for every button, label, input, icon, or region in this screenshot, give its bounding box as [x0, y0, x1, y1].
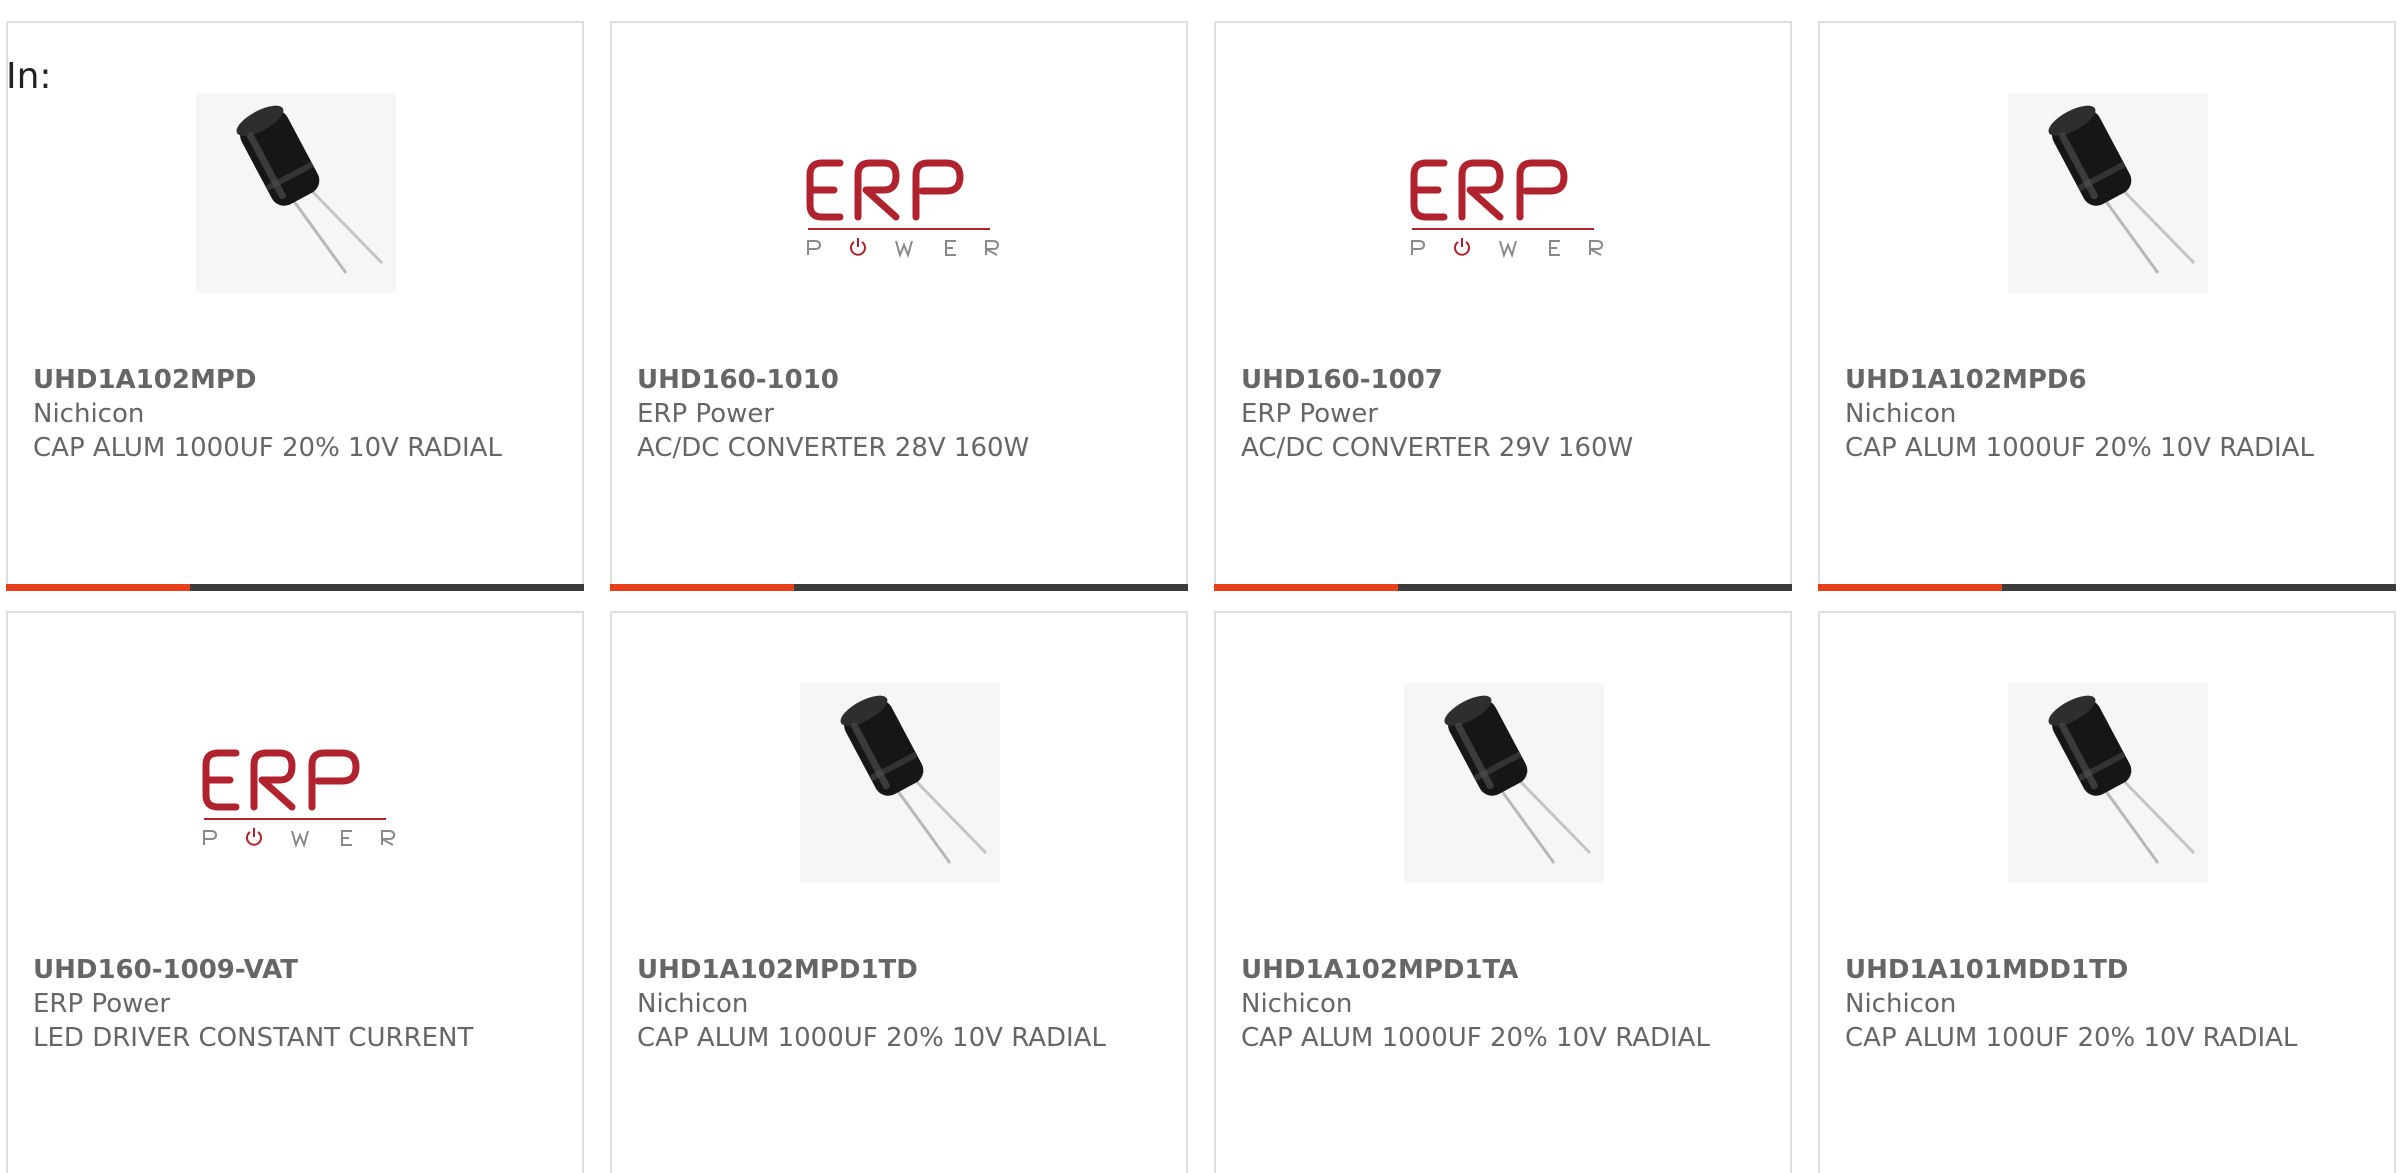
product-description: CAP ALUM 1000UF 20% 10V RADIAL: [1241, 1023, 1710, 1053]
card-bottom-bar: [6, 584, 584, 591]
manufacturer-name: Nichicon: [637, 989, 749, 1019]
product-info: UHD1A102MPD Nichicon CAP ALUM 1000UF 20%…: [33, 363, 553, 465]
part-number-link[interactable]: UHD160-1009-VAT: [33, 953, 553, 987]
manufacturer-name: ERP Power: [637, 399, 775, 429]
product-card[interactable]: UHD160-1007 ERP Power AC/DC CONVERTER 29…: [1214, 21, 1792, 591]
manufacturer-name: ERP Power: [1241, 399, 1379, 429]
card-bottom-bar: [610, 584, 1188, 591]
card-accent-bar: [610, 584, 794, 591]
filter-label: In:: [6, 56, 52, 97]
card-bottom-bar: [1818, 584, 2396, 591]
part-number-link[interactable]: UHD1A102MPD1TD: [637, 953, 1157, 987]
product-description: CAP ALUM 100UF 20% 10V RADIAL: [1845, 1023, 2298, 1053]
manufacturer-name: Nichicon: [1845, 399, 1957, 429]
product-image[interactable]: [2008, 93, 2208, 293]
product-info: UHD1A101MDD1TD Nichicon CAP ALUM 100UF 2…: [1845, 953, 2365, 1055]
product-card[interactable]: UHD1A102MPD1TA Nichicon CAP ALUM 1000UF …: [1214, 611, 1792, 1173]
manufacturer-name: Nichicon: [33, 399, 145, 429]
product-image[interactable]: [800, 93, 1000, 293]
manufacturer-name: Nichicon: [1845, 989, 1957, 1019]
product-description: AC/DC CONVERTER 29V 160W: [1241, 433, 1634, 463]
product-info: UHD1A102MPD1TA Nichicon CAP ALUM 1000UF …: [1241, 953, 1761, 1055]
part-number-link[interactable]: UHD1A102MPD: [33, 363, 553, 397]
product-description: CAP ALUM 1000UF 20% 10V RADIAL: [637, 1023, 1106, 1053]
part-number-link[interactable]: UHD1A101MDD1TD: [1845, 953, 2365, 987]
product-card[interactable]: UHD1A102MPD Nichicon CAP ALUM 1000UF 20%…: [6, 21, 584, 591]
capacitor-image: [2008, 93, 2208, 293]
product-image[interactable]: [196, 683, 396, 883]
card-accent-bar: [1818, 584, 2002, 591]
power-icon: [246, 828, 262, 846]
product-info: UHD1A102MPD1TD Nichicon CAP ALUM 1000UF …: [637, 953, 1157, 1055]
product-description: AC/DC CONVERTER 28V 160W: [637, 433, 1030, 463]
power-icon: [1454, 238, 1470, 256]
part-number-link[interactable]: UHD160-1010: [637, 363, 1157, 397]
power-icon: [850, 238, 866, 256]
product-card[interactable]: UHD160-1009-VAT ERP Power LED DRIVER CON…: [6, 611, 584, 1173]
power-wordmark: [807, 238, 1000, 259]
manufacturer-name: Nichicon: [1241, 989, 1353, 1019]
erp-wordmark: [1410, 159, 1568, 221]
card-bottom-bar: [1214, 584, 1792, 591]
product-image[interactable]: [1404, 93, 1604, 293]
product-info: UHD1A102MPD6 Nichicon CAP ALUM 1000UF 20…: [1845, 363, 2365, 465]
product-image[interactable]: [1404, 683, 1604, 883]
erp-power-logo: [806, 159, 1000, 259]
capacitor-image: [800, 683, 1000, 883]
product-description: LED DRIVER CONSTANT CURRENT: [33, 1023, 474, 1053]
part-number-link[interactable]: UHD1A102MPD1TA: [1241, 953, 1761, 987]
erp-power-logo: [1410, 159, 1604, 259]
product-description: CAP ALUM 1000UF 20% 10V RADIAL: [33, 433, 502, 463]
manufacturer-name: ERP Power: [33, 989, 171, 1019]
product-card[interactable]: UHD1A101MDD1TD Nichicon CAP ALUM 100UF 2…: [1818, 611, 2396, 1173]
product-image[interactable]: [2008, 683, 2208, 883]
capacitor-image: [1404, 683, 1604, 883]
capacitor-image: [2008, 683, 2208, 883]
product-card[interactable]: UHD1A102MPD1TD Nichicon CAP ALUM 1000UF …: [610, 611, 1188, 1173]
part-number-link[interactable]: UHD160-1007: [1241, 363, 1761, 397]
product-grid-page: In: UHD1A102MPD Nichicon CAP ALUM 1000UF…: [0, 0, 2400, 1173]
product-card[interactable]: UHD1A102MPD6 Nichicon CAP ALUM 1000UF 20…: [1818, 21, 2396, 591]
card-accent-bar: [1214, 584, 1398, 591]
product-info: UHD160-1009-VAT ERP Power LED DRIVER CON…: [33, 953, 553, 1055]
product-card[interactable]: UHD160-1010 ERP Power AC/DC CONVERTER 28…: [610, 21, 1188, 591]
product-info: UHD160-1010 ERP Power AC/DC CONVERTER 28…: [637, 363, 1157, 465]
erp-wordmark: [806, 159, 964, 221]
power-wordmark: [203, 828, 396, 849]
erp-power-logo: [202, 749, 396, 849]
product-info: UHD160-1007 ERP Power AC/DC CONVERTER 29…: [1241, 363, 1761, 465]
power-wordmark: [1411, 238, 1604, 259]
part-number-link[interactable]: UHD1A102MPD6: [1845, 363, 2365, 397]
product-image[interactable]: [196, 93, 396, 293]
capacitor-image: [196, 93, 396, 293]
product-description: CAP ALUM 1000UF 20% 10V RADIAL: [1845, 433, 2314, 463]
product-image[interactable]: [800, 683, 1000, 883]
card-accent-bar: [6, 584, 190, 591]
erp-wordmark: [202, 749, 360, 811]
